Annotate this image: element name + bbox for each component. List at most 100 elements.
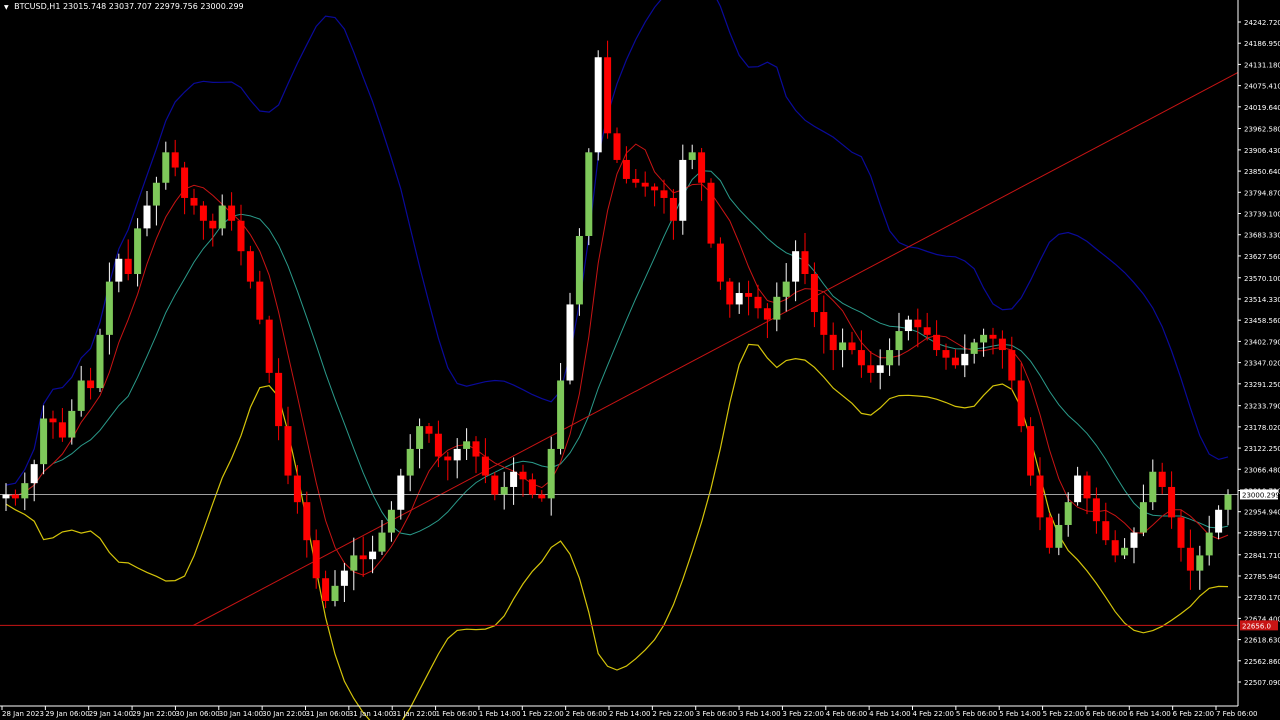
price-chart[interactable]: 24242.720 24186.950 24131.180 24075.410 2401… — [0, 0, 1280, 720]
support-price-label: 22656.0 — [1242, 622, 1271, 630]
candle-body — [124, 258, 132, 275]
candle-body — [754, 296, 762, 309]
ma-slow-line — [5, 170, 1229, 536]
candle-body — [604, 57, 612, 134]
candle-body — [472, 441, 480, 457]
candle-body — [942, 350, 950, 358]
x-tick-label: 5 Feb 22:00 — [1043, 710, 1084, 718]
candle-body — [491, 475, 499, 495]
y-tick-label: 22785.940 — [1244, 573, 1280, 581]
candle-body — [96, 334, 104, 389]
candle-body — [1064, 502, 1072, 525]
candle-body — [284, 426, 292, 476]
y-tick-label: 23514.330 — [1244, 296, 1280, 304]
y-tick-label: 22730.170 — [1244, 594, 1280, 602]
y-tick-label: 23739.100 — [1244, 211, 1280, 219]
x-tick-label: 7 Feb 06:00 — [1216, 710, 1257, 718]
candle-body — [68, 410, 76, 438]
x-tick-label: 3 Feb 06:00 — [696, 710, 737, 718]
y-tick-label: 22507.090 — [1244, 679, 1280, 687]
candle-body — [406, 448, 414, 476]
candle-body — [331, 585, 339, 602]
x-tick-label: 4 Feb 14:00 — [869, 710, 910, 718]
candle-body — [669, 197, 677, 221]
candle-body — [340, 570, 348, 586]
candle-body — [763, 308, 771, 320]
y-tick-label: 24242.720 — [1244, 19, 1280, 27]
x-tick-label: 29 Jan 14:00 — [89, 710, 133, 718]
y-tick-label: 24019.640 — [1244, 104, 1280, 112]
candle-body — [58, 422, 66, 438]
candle-body — [2, 494, 10, 499]
candle-body — [21, 483, 29, 499]
candle-body — [444, 456, 452, 461]
candle-body — [199, 205, 207, 221]
candle-body — [820, 312, 828, 335]
candle-body — [369, 551, 377, 560]
candle-body — [566, 304, 574, 381]
x-tick-label: 31 Jan 14:00 — [349, 710, 393, 718]
candle-body — [228, 205, 236, 221]
candle-body — [1139, 502, 1147, 533]
candle-body — [275, 372, 283, 427]
candle-body — [773, 296, 781, 320]
y-tick-label: 23794.870 — [1244, 189, 1280, 197]
candle-body — [162, 152, 170, 183]
candle-body — [688, 152, 696, 160]
candle-body — [848, 342, 856, 351]
candle-body — [152, 182, 160, 206]
candle-body — [1177, 517, 1185, 548]
x-tick-label: 31 Jan 22:00 — [392, 710, 436, 718]
y-tick-label: 23233.790 — [1244, 403, 1280, 411]
candle-body — [961, 353, 969, 366]
candle-body — [293, 475, 301, 503]
candle-body — [547, 448, 555, 499]
x-tick-label: 6 Feb 14:00 — [1129, 710, 1170, 718]
candle-body — [425, 426, 433, 434]
candle-body — [1017, 380, 1025, 427]
candle-body — [463, 441, 471, 449]
candle-body — [359, 555, 367, 560]
candle-body — [350, 555, 358, 571]
x-tick-label: 6 Feb 06:00 — [1086, 710, 1127, 718]
candle-body — [87, 380, 95, 389]
x-tick-label: 1 Feb 06:00 — [436, 710, 477, 718]
candle-body — [1130, 532, 1138, 548]
candle-body — [77, 380, 85, 411]
current-price-label: 23000.299 — [1242, 491, 1280, 499]
candle-body — [585, 152, 593, 236]
candle-body — [980, 334, 988, 343]
candle-body — [876, 365, 884, 373]
y-tick-label: 23962.580 — [1244, 126, 1280, 134]
x-tick-label: 28 Jan 2023 — [2, 710, 44, 718]
y-tick-label: 23178.020 — [1244, 424, 1280, 432]
x-tick-label: 3 Feb 22:00 — [782, 710, 823, 718]
candle-body — [312, 540, 320, 579]
candle-body — [1111, 540, 1119, 556]
candle-body — [538, 494, 546, 499]
x-tick-label: 31 Jan 06:00 — [306, 710, 350, 718]
candle-body — [143, 205, 151, 229]
x-tick-label: 6 Feb 22:00 — [1173, 710, 1214, 718]
candle-body — [1008, 350, 1016, 381]
candle-body — [1224, 494, 1232, 510]
y-tick-label: 22562.860 — [1244, 658, 1280, 666]
y-tick-label: 23402.790 — [1244, 338, 1280, 346]
candle-body — [171, 152, 179, 168]
candle-body — [519, 471, 527, 480]
x-tick-label: 3 Feb 14:00 — [739, 710, 780, 718]
candle-body — [246, 251, 254, 282]
candle-body — [1158, 471, 1166, 487]
x-tick-label: 29 Jan 06:00 — [45, 710, 89, 718]
candle-body — [641, 182, 649, 187]
candle-body — [528, 479, 536, 495]
candle-body — [1045, 517, 1053, 548]
trendline[interactable] — [193, 72, 1239, 626]
candle-body — [453, 448, 461, 461]
candle-body — [810, 274, 818, 313]
candle-body — [1196, 555, 1204, 571]
x-tick-label: 5 Feb 14:00 — [999, 710, 1040, 718]
x-tick-label: 2 Feb 14:00 — [609, 710, 650, 718]
candle-body — [134, 228, 142, 275]
ma-fast-line — [5, 143, 1229, 576]
